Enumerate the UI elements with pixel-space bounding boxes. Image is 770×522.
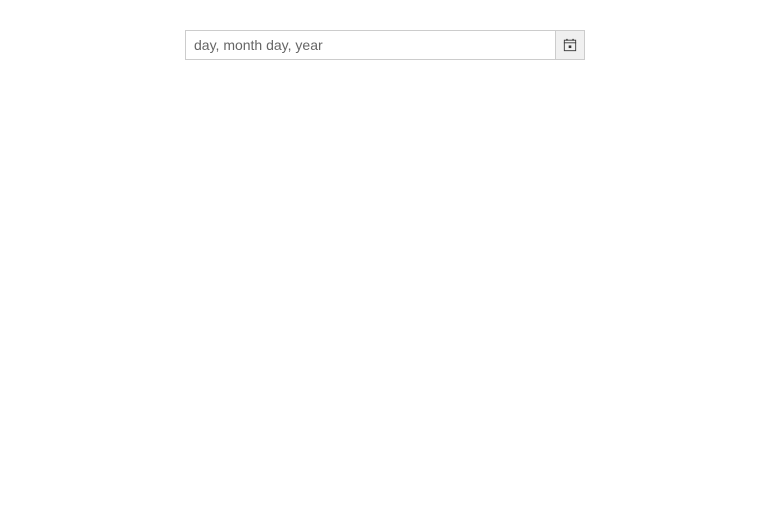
date-picker	[185, 30, 585, 60]
date-picker-toggle-button[interactable]	[555, 30, 585, 60]
date-input[interactable]	[185, 30, 555, 60]
calendar-icon	[563, 38, 577, 52]
